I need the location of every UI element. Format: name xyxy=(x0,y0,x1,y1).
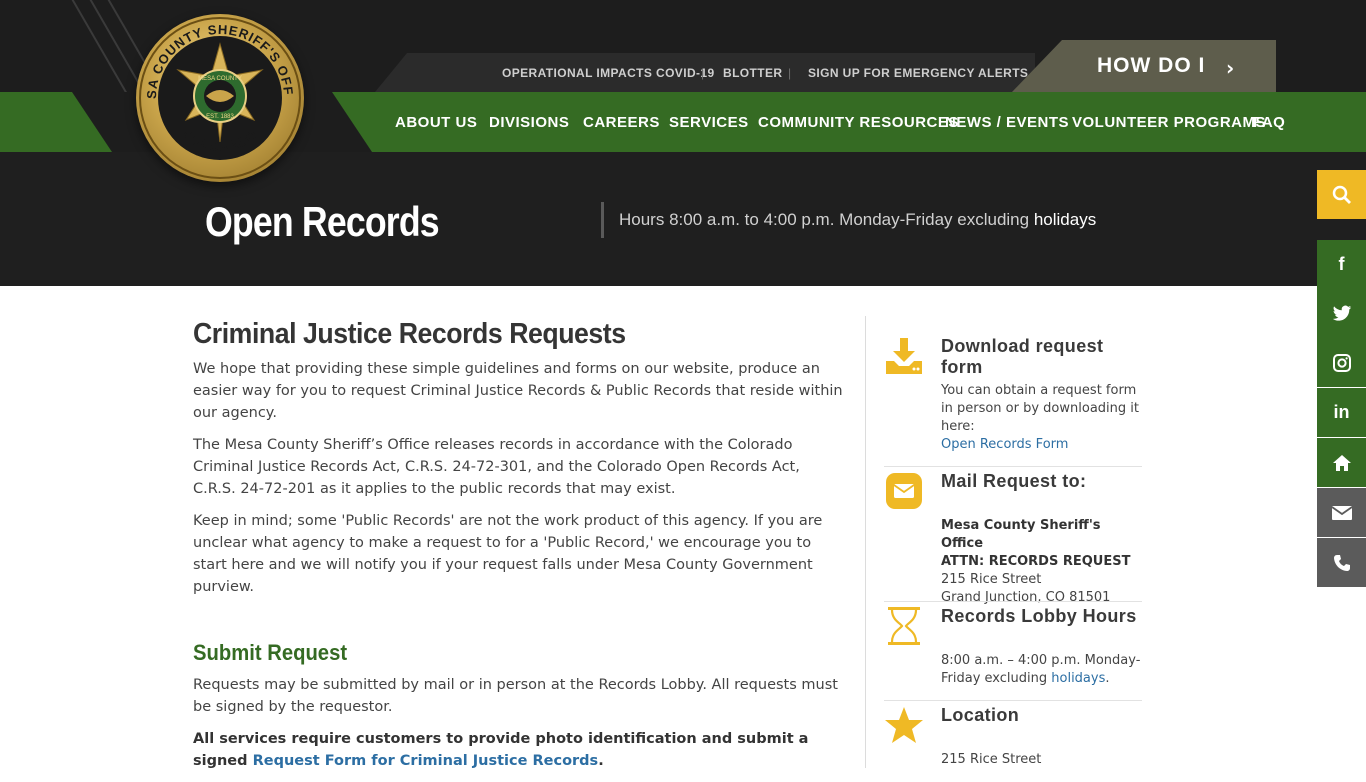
utility-link-covid[interactable]: OPERATIONAL IMPACTS COVID-19 xyxy=(502,66,715,80)
aside-hours-body: 8:00 a.m. – 4:00 p.m. Monday-Friday excl… xyxy=(941,652,1146,688)
aside-holidays-link[interactable]: holidays xyxy=(1051,671,1105,686)
badge-icon: MESA COUNTY SHERIFF'S OFFICE COLORADO ME… xyxy=(130,2,301,179)
mail-line-1: Mesa County Sheriff's Office xyxy=(941,518,1101,551)
hero-divider xyxy=(601,202,604,238)
nav-divisions[interactable]: DIVISIONS xyxy=(489,114,569,131)
aside-mail: Mail Request to: Mesa County Sheriff's O… xyxy=(884,471,1144,605)
hero-hours: Hours 8:00 a.m. to 4:00 p.m. Monday-Frid… xyxy=(619,210,1096,230)
utility-link-blotter[interactable]: BLOTTER xyxy=(723,66,782,80)
mail-line-2: ATTN: RECORDS REQUEST xyxy=(941,554,1131,569)
instagram-icon xyxy=(1332,353,1351,372)
mail-line-3: 215 Rice Street xyxy=(941,572,1042,587)
aside-hours-end: . xyxy=(1105,671,1110,686)
aside-download: Download request form You can obtain a r… xyxy=(884,336,1144,462)
note-paragraph: Keep in mind; some 'Public Records' are … xyxy=(193,513,823,595)
search-icon xyxy=(1332,185,1351,204)
nav-volunteer-programs[interactable]: VOLUNTEER PROGRAMS xyxy=(1072,114,1266,131)
location-line-1: 215 Rice Street xyxy=(941,752,1042,767)
utility-separator: | xyxy=(788,66,792,80)
request-form-link[interactable]: Request Form for Criminal Justice Record… xyxy=(253,753,599,769)
badge-est-text: EST. 1883 xyxy=(206,114,234,120)
aside-divider xyxy=(884,601,1142,602)
aside-location-body: 215 Rice Street xyxy=(941,751,1146,769)
linkedin-button[interactable]: in xyxy=(1317,388,1366,437)
mail-line-4: Grand Junction, CO 81501 xyxy=(941,590,1111,605)
aside-divider xyxy=(884,700,1142,701)
facebook-icon: f xyxy=(1338,254,1345,274)
instagram-button[interactable] xyxy=(1317,338,1366,387)
sheriff-badge-logo[interactable]: MESA COUNTY SHERIFF'S OFFICE COLORADO ME… xyxy=(130,2,304,182)
home-icon xyxy=(1332,454,1351,471)
twitter-button[interactable] xyxy=(1317,289,1366,338)
email-icon xyxy=(1331,505,1352,520)
page-title: Open Records xyxy=(205,198,440,245)
phone-button[interactable] xyxy=(1317,538,1366,587)
aside-hours-title: Records Lobby Hours xyxy=(941,606,1137,626)
nav-careers[interactable]: CAREERS xyxy=(583,114,660,131)
nav-news-events[interactable]: NEWS / EVENTS xyxy=(945,114,1069,131)
badge-center-text: MESA COUNTY xyxy=(198,76,242,82)
nav-community-resources[interactable]: COMMUNITY RESOURCES xyxy=(758,114,959,131)
utility-separator: | xyxy=(701,66,705,80)
aside-download-body: You can obtain a request form in person … xyxy=(941,382,1146,454)
utility-link-alerts[interactable]: SIGN UP FOR EMERGENCY ALERTS xyxy=(808,66,1028,80)
chevron-right-icon[interactable]: › xyxy=(1226,56,1234,80)
aside-hours: Records Lobby Hours 8:00 a.m. – 4:00 p.m… xyxy=(884,606,1144,696)
aside-download-text: You can obtain a request form in person … xyxy=(941,383,1139,434)
download-icon xyxy=(884,336,924,376)
open-records-form-link[interactable]: Open Records Form xyxy=(941,437,1068,452)
email-button[interactable] xyxy=(1317,488,1366,537)
nav-services[interactable]: SERVICES xyxy=(669,114,749,131)
holidays-link[interactable]: holidays xyxy=(1034,210,1096,229)
aside-hours-text: 8:00 a.m. – 4:00 p.m. Monday-Friday excl… xyxy=(941,653,1141,686)
aside-location: Location 215 Rice Street xyxy=(884,705,1144,768)
search-button[interactable] xyxy=(1317,170,1366,219)
envelope-icon xyxy=(884,471,924,511)
intro-paragraph: We hope that providing these simple guid… xyxy=(193,361,843,421)
aside-location-title: Location xyxy=(941,705,1020,725)
submit-request-heading: Submit Request xyxy=(193,640,348,665)
section-title: Criminal Justice Records Requests xyxy=(193,318,626,350)
aside-mail-title: Mail Request to: xyxy=(941,471,1087,491)
hero-hours-text: Hours 8:00 a.m. to 4:00 p.m. Monday-Frid… xyxy=(619,210,1030,229)
id-paragraph: All services require customers to provid… xyxy=(193,728,843,772)
linkedin-icon: in xyxy=(1333,402,1350,422)
aside-mail-body: Mesa County Sheriff's Office ATTN: RECOR… xyxy=(941,517,1146,607)
main-content: Criminal Justice Records Requests We hop… xyxy=(193,316,843,782)
facebook-button[interactable]: f xyxy=(1317,240,1366,289)
nav-faq[interactable]: FAQ xyxy=(1253,114,1285,131)
aside-download-title: Download request form xyxy=(941,336,1104,377)
hourglass-icon xyxy=(884,606,924,646)
nav-about-us[interactable]: ABOUT US xyxy=(395,114,477,131)
aside-divider xyxy=(884,466,1142,467)
content-divider xyxy=(865,316,866,768)
twitter-icon xyxy=(1332,305,1351,321)
how-do-i-label[interactable]: HOW DO I xyxy=(1097,54,1205,78)
id-end: . xyxy=(598,753,604,769)
home-button[interactable] xyxy=(1317,438,1366,487)
submit-paragraph: Requests may be submitted by mail or in … xyxy=(193,677,838,715)
statute-paragraph: The Mesa County Sheriff’s Office release… xyxy=(193,437,800,497)
phone-icon xyxy=(1333,554,1350,571)
star-icon xyxy=(884,705,924,745)
